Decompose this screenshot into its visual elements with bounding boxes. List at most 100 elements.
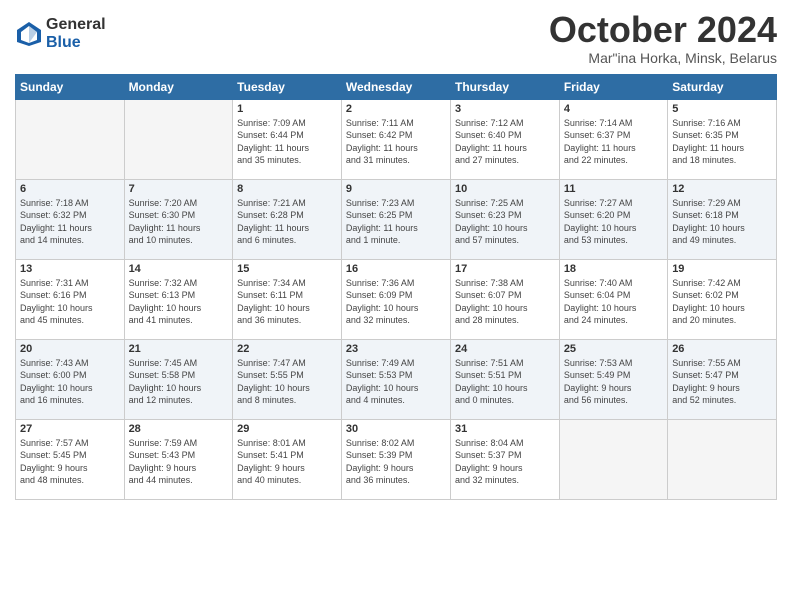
day-cell: 16Sunrise: 7:36 AMSunset: 6:09 PMDayligh… bbox=[341, 259, 450, 339]
subtitle: Mar"ina Horka, Minsk, Belarus bbox=[549, 50, 777, 66]
page: General Blue October 2024 Mar"ina Horka,… bbox=[0, 0, 792, 612]
week-row-5: 27Sunrise: 7:57 AMSunset: 5:45 PMDayligh… bbox=[16, 419, 777, 499]
day-cell: 19 Sunrise: 7:42 AMSunset: 6:02 PMDayligh… bbox=[668, 259, 777, 339]
logo: General Blue bbox=[15, 16, 106, 51]
day-number: 15 bbox=[237, 263, 337, 275]
day-cell: 29 Sunrise: 8:01 AMSunset: 5:41 PMDayligh… bbox=[233, 419, 342, 499]
header: General Blue October 2024 Mar"ina Horka,… bbox=[15, 10, 777, 66]
day-number: 25 bbox=[564, 343, 663, 355]
day-cell: 8 Sunrise: 7:21 AMSunset: 6:28 PMDaylight… bbox=[233, 179, 342, 259]
col-header-friday: Friday bbox=[559, 74, 667, 99]
day-detail: Sunrise: 8:02 AMSunset: 5:39 PMDaylight:… bbox=[346, 437, 446, 487]
day-detail: Sunrise: 7:38 AMSunset: 6:07 PMDaylight:… bbox=[455, 277, 555, 327]
day-number: 18 bbox=[564, 263, 663, 275]
day-cell: 23Sunrise: 7:49 AMSunset: 5:53 PMDayligh… bbox=[341, 339, 450, 419]
day-cell: 5 Sunrise: 7:16 AMSunset: 6:35 PMDaylight… bbox=[668, 99, 777, 179]
day-cell: 3 Sunrise: 7:12 AMSunset: 6:40 PMDaylight… bbox=[450, 99, 559, 179]
day-cell: 12 Sunrise: 7:29 AMSunset: 6:18 PMDayligh… bbox=[668, 179, 777, 259]
day-detail: Sunrise: 7:59 AMSunset: 5:43 PMDaylight:… bbox=[129, 437, 229, 487]
day-number: 9 bbox=[346, 183, 446, 195]
day-number: 14 bbox=[129, 263, 229, 275]
day-cell: 31 Sunrise: 8:04 AMSunset: 5:37 PMDayligh… bbox=[450, 419, 559, 499]
day-number: 10 bbox=[455, 183, 555, 195]
day-number: 31 bbox=[455, 423, 555, 435]
day-detail: Sunrise: 7:25 AMSunset: 6:23 PMDaylight:… bbox=[455, 197, 555, 247]
day-detail: Sunrise: 7:55 AMSunset: 5:47 PMDaylight:… bbox=[672, 357, 772, 407]
day-detail: Sunrise: 7:47 AMSunset: 5:55 PMDaylight:… bbox=[237, 357, 337, 407]
day-detail: Sunrise: 7:43 AMSunset: 6:00 PMDaylight:… bbox=[20, 357, 120, 407]
day-cell: 15 Sunrise: 7:34 AMSunset: 6:11 PMDayligh… bbox=[233, 259, 342, 339]
week-row-4: 20 Sunrise: 7:43 AMSunset: 6:00 PMDayligh… bbox=[16, 339, 777, 419]
day-number: 20 bbox=[20, 343, 120, 355]
day-cell bbox=[16, 99, 125, 179]
day-detail: Sunrise: 7:27 AMSunset: 6:20 PMDaylight:… bbox=[564, 197, 663, 247]
day-cell: 10 Sunrise: 7:25 AMSunset: 6:23 PMDayligh… bbox=[450, 179, 559, 259]
day-number: 3 bbox=[455, 103, 555, 115]
month-title: October 2024 bbox=[549, 10, 777, 50]
day-detail: Sunrise: 7:32 AMSunset: 6:13 PMDaylight:… bbox=[129, 277, 229, 327]
day-number: 5 bbox=[672, 103, 772, 115]
day-cell: 26 Sunrise: 7:55 AMSunset: 5:47 PMDayligh… bbox=[668, 339, 777, 419]
day-detail: Sunrise: 7:11 AMSunset: 6:42 PMDaylight:… bbox=[346, 117, 446, 167]
day-cell: 18 Sunrise: 7:40 AMSunset: 6:04 PMDayligh… bbox=[559, 259, 667, 339]
day-cell bbox=[124, 99, 233, 179]
day-number: 19 bbox=[672, 263, 772, 275]
day-number: 4 bbox=[564, 103, 663, 115]
day-number: 11 bbox=[564, 183, 663, 195]
day-detail: Sunrise: 7:29 AMSunset: 6:18 PMDaylight:… bbox=[672, 197, 772, 247]
day-cell: 30 Sunrise: 8:02 AMSunset: 5:39 PMDayligh… bbox=[341, 419, 450, 499]
day-number: 7 bbox=[129, 183, 229, 195]
day-number: 1 bbox=[237, 103, 337, 115]
day-number: 8 bbox=[237, 183, 337, 195]
col-header-tuesday: Tuesday bbox=[233, 74, 342, 99]
day-detail: Sunrise: 7:45 AMSunset: 5:58 PMDaylight:… bbox=[129, 357, 229, 407]
day-number: 27 bbox=[20, 423, 120, 435]
day-cell: 25 Sunrise: 7:53 AMSunset: 5:49 PMDayligh… bbox=[559, 339, 667, 419]
day-number: 12 bbox=[672, 183, 772, 195]
col-header-saturday: Saturday bbox=[668, 74, 777, 99]
col-header-wednesday: Wednesday bbox=[341, 74, 450, 99]
day-number: 28 bbox=[129, 423, 229, 435]
day-number: 26 bbox=[672, 343, 772, 355]
day-cell: 17Sunrise: 7:38 AMSunset: 6:07 PMDayligh… bbox=[450, 259, 559, 339]
day-detail: Sunrise: 7:34 AMSunset: 6:11 PMDaylight:… bbox=[237, 277, 337, 327]
day-detail: Sunrise: 7:31 AMSunset: 6:16 PMDaylight:… bbox=[20, 277, 120, 327]
day-cell: 28 Sunrise: 7:59 AMSunset: 5:43 PMDayligh… bbox=[124, 419, 233, 499]
day-detail: Sunrise: 7:16 AMSunset: 6:35 PMDaylight:… bbox=[672, 117, 772, 167]
day-detail: Sunrise: 8:04 AMSunset: 5:37 PMDaylight:… bbox=[455, 437, 555, 487]
day-number: 23 bbox=[346, 343, 446, 355]
day-detail: Sunrise: 7:51 AMSunset: 5:51 PMDaylight:… bbox=[455, 357, 555, 407]
day-cell: 9 Sunrise: 7:23 AMSunset: 6:25 PMDaylight… bbox=[341, 179, 450, 259]
day-detail: Sunrise: 7:42 AMSunset: 6:02 PMDaylight:… bbox=[672, 277, 772, 327]
day-number: 21 bbox=[129, 343, 229, 355]
day-detail: Sunrise: 7:14 AMSunset: 6:37 PMDaylight:… bbox=[564, 117, 663, 167]
day-detail: Sunrise: 7:40 AMSunset: 6:04 PMDaylight:… bbox=[564, 277, 663, 327]
day-cell bbox=[559, 419, 667, 499]
day-detail: Sunrise: 7:23 AMSunset: 6:25 PMDaylight:… bbox=[346, 197, 446, 247]
day-detail: Sunrise: 7:12 AMSunset: 6:40 PMDaylight:… bbox=[455, 117, 555, 167]
day-detail: Sunrise: 7:53 AMSunset: 5:49 PMDaylight:… bbox=[564, 357, 663, 407]
day-number: 24 bbox=[455, 343, 555, 355]
day-number: 13 bbox=[20, 263, 120, 275]
day-detail: Sunrise: 7:18 AMSunset: 6:32 PMDaylight:… bbox=[20, 197, 120, 247]
day-cell: 20 Sunrise: 7:43 AMSunset: 6:00 PMDayligh… bbox=[16, 339, 125, 419]
col-header-thursday: Thursday bbox=[450, 74, 559, 99]
day-cell: 4 Sunrise: 7:14 AMSunset: 6:37 PMDaylight… bbox=[559, 99, 667, 179]
day-cell: 2Sunrise: 7:11 AMSunset: 6:42 PMDaylight… bbox=[341, 99, 450, 179]
day-number: 29 bbox=[237, 423, 337, 435]
day-cell: 21 Sunrise: 7:45 AMSunset: 5:58 PMDayligh… bbox=[124, 339, 233, 419]
logo-text: General Blue bbox=[46, 16, 106, 51]
day-cell: 13 Sunrise: 7:31 AMSunset: 6:16 PMDayligh… bbox=[16, 259, 125, 339]
day-detail: Sunrise: 7:09 AMSunset: 6:44 PMDaylight:… bbox=[237, 117, 337, 167]
logo-icon bbox=[15, 20, 43, 48]
day-detail: Sunrise: 7:21 AMSunset: 6:28 PMDaylight:… bbox=[237, 197, 337, 247]
day-cell: 7Sunrise: 7:20 AMSunset: 6:30 PMDaylight… bbox=[124, 179, 233, 259]
day-number: 16 bbox=[346, 263, 446, 275]
week-row-1: 1 Sunrise: 7:09 AMSunset: 6:44 PMDaylight… bbox=[16, 99, 777, 179]
logo-blue: Blue bbox=[46, 34, 106, 52]
logo-general: General bbox=[46, 16, 106, 34]
day-detail: Sunrise: 8:01 AMSunset: 5:41 PMDaylight:… bbox=[237, 437, 337, 487]
week-row-3: 13 Sunrise: 7:31 AMSunset: 6:16 PMDayligh… bbox=[16, 259, 777, 339]
header-row: SundayMondayTuesdayWednesdayThursdayFrid… bbox=[16, 74, 777, 99]
day-number: 30 bbox=[346, 423, 446, 435]
